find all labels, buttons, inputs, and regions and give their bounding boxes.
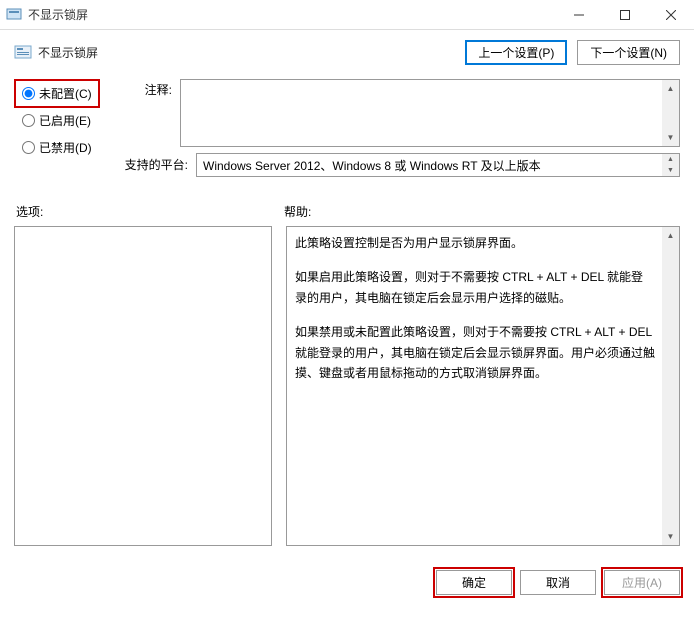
options-label: 选项: [14,203,284,220]
scrollbar[interactable]: ▲ ▼ [662,154,679,176]
radio-enabled-input[interactable] [22,114,35,127]
close-button[interactable] [648,0,694,30]
scrollbar[interactable]: ▲ ▼ [662,80,679,146]
scroll-up-icon[interactable]: ▲ [662,80,679,97]
radio-enabled[interactable]: 已启用(E) [22,112,92,129]
scroll-up-icon[interactable]: ▲ [662,227,679,244]
scroll-down-icon[interactable]: ▼ [662,528,679,545]
platform-text: Windows Server 2012、Windows 8 或 Windows … [196,153,680,177]
scroll-up-icon[interactable]: ▲ [662,154,679,165]
scroll-down-icon[interactable]: ▼ [662,165,679,176]
titlebar: 不显示锁屏 [0,0,694,30]
window-title: 不显示锁屏 [28,6,88,23]
radio-not-configured-label: 未配置(C) [39,85,92,102]
window-controls [556,0,694,30]
cancel-button[interactable]: 取消 [520,570,596,595]
page-title: 不显示锁屏 [38,44,98,61]
help-paragraph: 此策略设置控制是否为用户显示锁屏界面。 [295,233,655,253]
annotation-textarea[interactable]: ▲ ▼ [180,79,680,147]
apply-button[interactable]: 应用(A) [604,570,680,595]
help-paragraph: 如果禁用或未配置此策略设置，则对于不需要按 CTRL + ALT + DEL 就… [295,322,655,383]
help-panel: 此策略设置控制是否为用户显示锁屏界面。 如果启用此策略设置，则对于不需要按 CT… [286,226,680,546]
previous-setting-button[interactable]: 上一个设置(P) [465,40,567,65]
policy-icon [14,44,32,62]
radio-disabled[interactable]: 已禁用(D) [22,139,92,156]
annotation-label: 注释: [112,79,172,98]
radio-not-configured-input[interactable] [22,87,35,100]
help-label: 帮助: [284,203,311,220]
scrollbar[interactable]: ▲ ▼ [662,227,679,545]
radio-enabled-label: 已启用(E) [39,112,91,129]
help-paragraph: 如果启用此策略设置，则对于不需要按 CTRL + ALT + DEL 就能登录的… [295,267,655,308]
platform-value: Windows Server 2012、Windows 8 或 Windows … [203,157,541,174]
next-setting-button[interactable]: 下一个设置(N) [577,40,680,65]
footer: 确定 取消 应用(A) [0,556,694,609]
ok-button[interactable]: 确定 [436,570,512,595]
minimize-button[interactable] [556,0,602,30]
radio-disabled-input[interactable] [22,141,35,154]
radio-not-configured[interactable]: 未配置(C) [22,85,92,102]
maximize-button[interactable] [602,0,648,30]
app-icon [6,7,22,23]
scroll-down-icon[interactable]: ▼ [662,129,679,146]
radio-not-configured-highlight: 未配置(C) [14,79,100,108]
platform-label: 支持的平台: [112,153,188,173]
radio-disabled-label: 已禁用(D) [39,139,92,156]
options-panel [14,226,272,546]
